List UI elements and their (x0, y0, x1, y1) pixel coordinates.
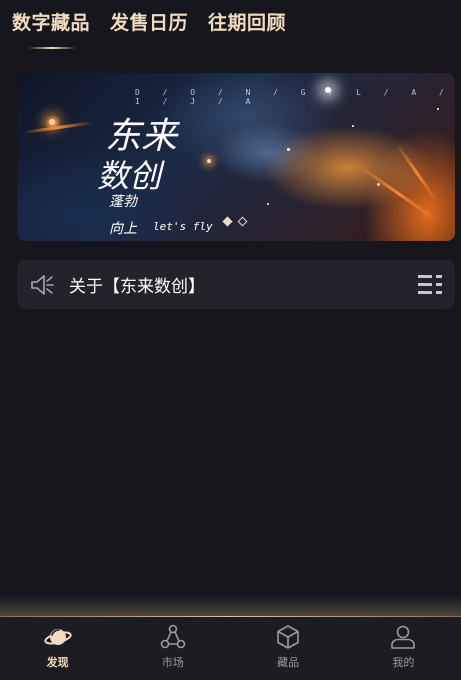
banner-star (377, 183, 380, 186)
nav-label-discover: 发现 (46, 656, 69, 669)
tab-past-review[interactable]: 往期回顾 (208, 8, 286, 51)
banner-streak (356, 163, 440, 224)
banner-calligraphy: 向上 (109, 221, 137, 237)
banner-star (287, 148, 290, 151)
carousel-dot-1[interactable] (222, 216, 233, 227)
network-icon (160, 624, 186, 649)
user-icon (391, 625, 416, 649)
speaker-icon (31, 274, 54, 295)
nav-collection[interactable]: 藏品 (231, 617, 346, 680)
banner-star (207, 159, 211, 163)
banner-spaced-text: D / O / N / G / L / A / I / J / A (135, 88, 453, 106)
tab-digital-collectibles[interactable]: 数字藏品 (12, 8, 90, 51)
banner-streak (22, 121, 93, 134)
banner-calligraphy: 蓬勃 (109, 194, 137, 210)
carousel-dot-2[interactable] (237, 216, 248, 227)
nav-mine[interactable]: 我的 (346, 617, 461, 680)
announcement-bar[interactable]: 关于【东来数创】 (17, 260, 455, 309)
tab-sale-calendar[interactable]: 发售日历 (110, 8, 188, 51)
list-icon[interactable] (417, 273, 443, 297)
announcement-text: 关于【东来数创】 (69, 277, 205, 297)
banner-carousel[interactable]: D / O / N / G / L / A / I / J / A 东来 数创 … (17, 73, 455, 241)
planet-icon (44, 629, 72, 645)
bottom-nav-glow (0, 596, 461, 618)
nav-label-mine: 我的 (392, 656, 415, 669)
nav-label-collection: 藏品 (277, 656, 300, 669)
nav-discover[interactable]: 发现 (0, 617, 115, 680)
banner-english-script: let's fly (153, 220, 213, 233)
nav-market[interactable]: 市场 (115, 617, 230, 680)
nav-label-market: 市场 (161, 656, 184, 669)
top-tabs: 数字藏品 发售日历 往期回顾 (12, 8, 286, 51)
bottom-nav: 发现 市场 藏品 我的 (0, 617, 461, 680)
banner-star (352, 125, 354, 127)
box-icon (277, 625, 299, 649)
carousel-indicators (222, 216, 248, 227)
banner-star (437, 108, 439, 110)
banner-star (267, 203, 269, 205)
banner-star (49, 119, 55, 125)
